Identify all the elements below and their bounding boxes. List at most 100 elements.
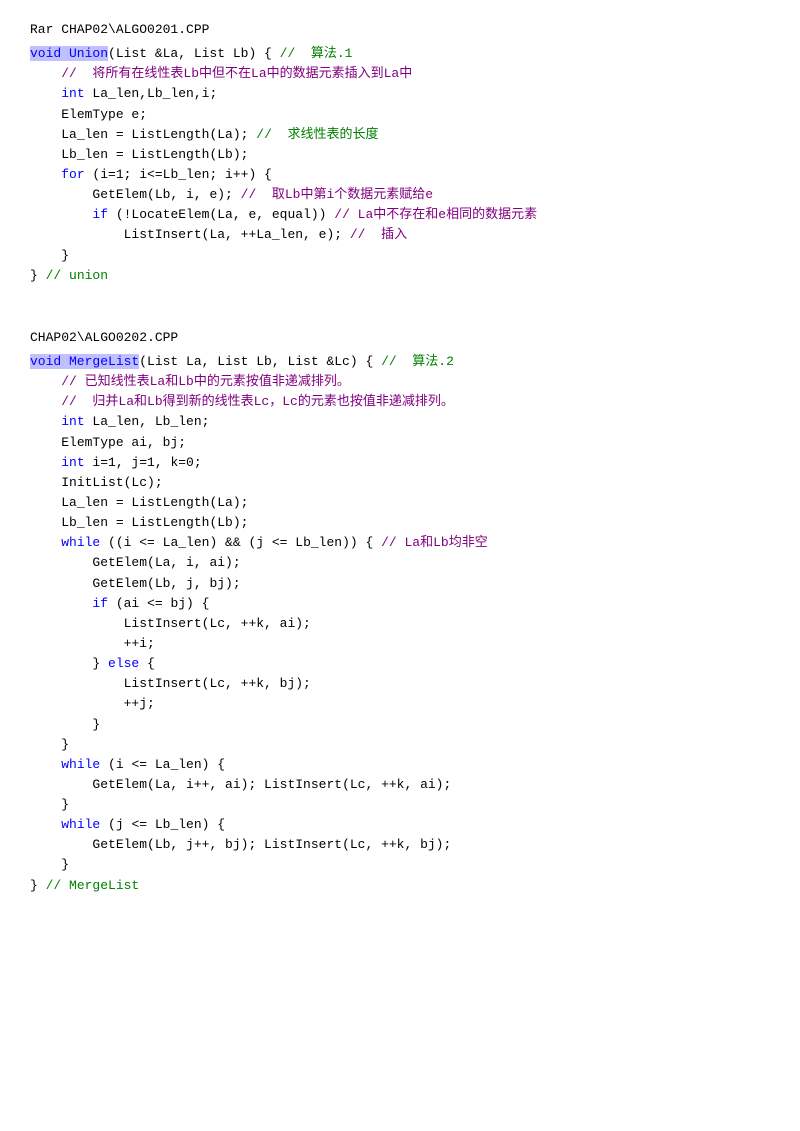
kw-while-1: while [61,535,100,550]
keyword-void-2: void MergeList [30,354,139,369]
code-text-2-26: } [61,857,69,872]
comment-zh-1-10: // 插入 [350,227,407,242]
code-text-1-7: (i=1; i<=Lb_len; i++) { [85,167,272,182]
line-2-7: InitList(Lc); [30,473,770,493]
comment-algo2: // 算法.2 [381,354,454,369]
comment-zh-1-8: // 取Lb中第i个数据元素赋给e [241,187,433,202]
kw-int-2: int [61,414,84,429]
line-2-26: } [30,855,770,875]
code-text-1-11: } [61,248,69,263]
file-label-2: CHAP02\ALGO0202.CPP [30,328,770,348]
code-text-2-9: Lb_len = ListLength(Lb); [61,515,248,530]
code-text-2-27: } [30,878,46,893]
code-text-2-21: (i <= La_len) { [100,757,225,772]
code-text-1-6: Lb_len = ListLength(Lb); [61,147,248,162]
code-editor: Rar CHAP02\ALGO0201.CPP void Union(List … [30,20,770,898]
kw-for: for [61,167,84,182]
code-text-1-10a: ListInsert(La, ++La_len, e); [124,227,350,242]
line-2-19: } [30,715,770,735]
kw-int-1: int [61,86,84,101]
code-text: (List &La, List Lb) { [108,46,280,61]
line-2-27: } // MergeList [30,876,770,896]
line-2-25: GetElem(Lb, j++, bj); ListInsert(Lc, ++k… [30,835,770,855]
line-2-17: ListInsert(Lc, ++k, bj); [30,674,770,694]
line-2-15: ++i; [30,634,770,654]
line-1-2: // 将所有在线性表Lb中但不在La中的数据元素插入到La中 [30,64,770,84]
comment-zh-2-3: // 归并La和Lb得到新的线性表Lc，Lc的元素也按值非递减排列。 [61,394,454,409]
code-text-2-23: } [61,797,69,812]
line-2-11: GetElem(La, i, ai); [30,553,770,573]
code-text-2-8: La_len = ListLength(La); [61,495,248,510]
kw-int-3: int [61,455,84,470]
comment-1-5: // 求线性表的长度 [256,127,378,142]
line-2-10: while ((i <= La_len) && (j <= Lb_len)) {… [30,533,770,553]
code-text-1-3: La_len,Lb_len,i; [85,86,218,101]
code-block-1: void Union(List &La, List Lb) { // 算法.1 … [30,42,770,288]
code-text-1-5: La_len = ListLength(La); [61,127,256,142]
code-text-2-11: GetElem(La, i, ai); [92,555,240,570]
kw-else: else [108,656,139,671]
line-2-9: Lb_len = ListLength(Lb); [30,513,770,533]
code-text-2-20: } [61,737,69,752]
code-text-2-18: ++j; [124,696,155,711]
line-2-6: int i=1, j=1, k=0; [30,453,770,473]
code-text-2-10: ((i <= La_len) && (j <= Lb_len)) { [100,535,381,550]
comment-union: // union [46,268,108,283]
line-1-11: } [30,246,770,266]
code-text-2-16a: } [92,656,108,671]
kw-while-3: while [61,817,100,832]
line-2-24: while (j <= Lb_len) { [30,815,770,835]
code-text-1-4: ElemType e; [61,107,147,122]
line-1-7: for (i=1; i<=Lb_len; i++) { [30,165,770,185]
code-text-2-6: i=1, j=1, k=0; [85,455,202,470]
code-text-2-15: ++i; [124,636,155,651]
comment-zh-2-2: // 已知线性表La和Lb中的元素按值非递减排列。 [61,374,350,389]
file-label-1: Rar CHAP02\ALGO0201.CPP [30,20,770,40]
code-text-2-19: } [92,717,100,732]
line-2-4: int La_len, Lb_len; [30,412,770,432]
comment-algo1: // 算法.1 [280,46,353,61]
code-text-2-16b: { [139,656,155,671]
kw-if-1: if [92,207,108,222]
code-text-2-22: GetElem(La, i++, ai); ListInsert(Lc, ++k… [92,777,451,792]
line-2-20: } [30,735,770,755]
line-2-16: } else { [30,654,770,674]
line-2-12: GetElem(Lb, j, bj); [30,574,770,594]
line-2-23: } [30,795,770,815]
line-2-1: void MergeList(List La, List Lb, List &L… [30,352,770,372]
spacer-1 [30,312,770,328]
line-2-3: // 归并La和Lb得到新的线性表Lc，Lc的元素也按值非递减排列。 [30,392,770,412]
line-2-22: GetElem(La, i++, ai); ListInsert(Lc, ++k… [30,775,770,795]
code-text-2-5: ElemType ai, bj; [61,435,186,450]
line-2-18: ++j; [30,694,770,714]
line-2-13: if (ai <= bj) { [30,594,770,614]
line-1-9: if (!LocateElem(La, e, equal)) // La中不存在… [30,205,770,225]
code-text-1-9: (!LocateElem(La, e, equal)) [108,207,334,222]
line-1-4: ElemType e; [30,105,770,125]
comment-zh-1-9: // La中不存在和e相同的数据元素 [334,207,537,222]
code-text-1-8a: GetElem(Lb, i, e); [92,187,240,202]
line-1-1: void Union(List &La, List Lb) { // 算法.1 [30,44,770,64]
keyword-void: void Union [30,46,108,61]
section-algo0201: Rar CHAP02\ALGO0201.CPP void Union(List … [30,20,770,288]
comment-zh-1: // 将所有在线性表Lb中但不在La中的数据元素插入到La中 [61,66,412,81]
line-1-8: GetElem(Lb, i, e); // 取Lb中第i个数据元素赋给e [30,185,770,205]
line-2-2: // 已知线性表La和Lb中的元素按值非递减排列。 [30,372,770,392]
code-text-2-24: (j <= Lb_len) { [100,817,225,832]
line-1-10: ListInsert(La, ++La_len, e); // 插入 [30,225,770,245]
line-2-5: ElemType ai, bj; [30,433,770,453]
line-2-14: ListInsert(Lc, ++k, ai); [30,614,770,634]
code-text-2-4: La_len, Lb_len; [85,414,210,429]
code-text-1-12: } [30,268,46,283]
kw-while-2: while [61,757,100,772]
line-2-21: while (i <= La_len) { [30,755,770,775]
line-1-6: Lb_len = ListLength(Lb); [30,145,770,165]
kw-if-2: if [92,596,108,611]
comment-zh-2-10: // La和Lb均非空 [381,535,488,550]
code-text-2-17: ListInsert(Lc, ++k, bj); [124,676,311,691]
code-text-2-12: GetElem(Lb, j, bj); [92,576,240,591]
line-2-8: La_len = ListLength(La); [30,493,770,513]
line-1-5: La_len = ListLength(La); // 求线性表的长度 [30,125,770,145]
code-text-2-25: GetElem(Lb, j++, bj); ListInsert(Lc, ++k… [92,837,451,852]
code-text-2-1: (List La, List Lb, List &Lc) { [139,354,381,369]
